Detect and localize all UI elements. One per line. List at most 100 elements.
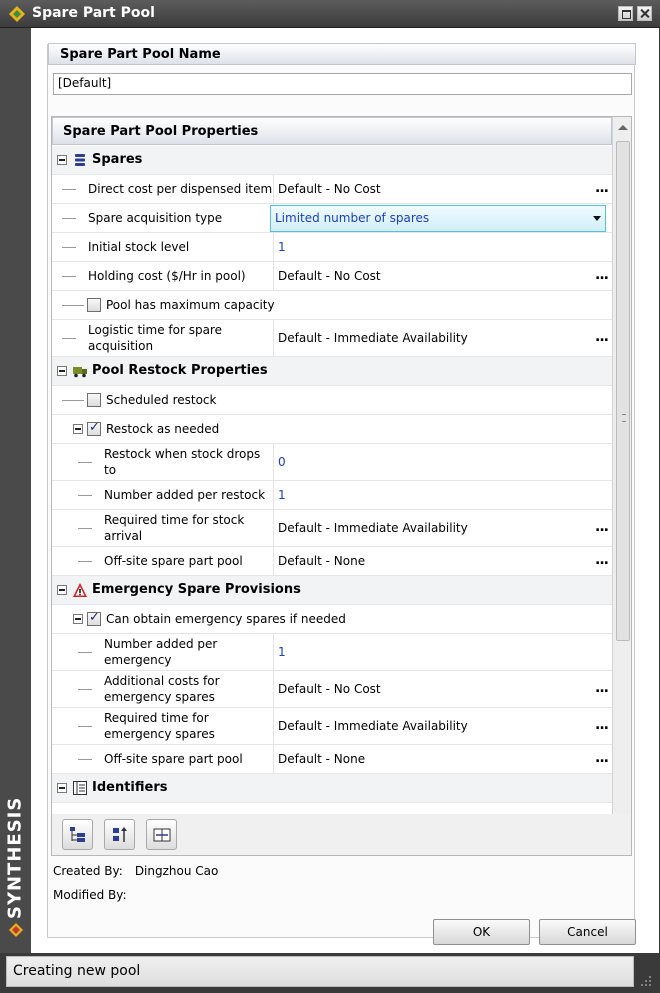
close-button[interactable] <box>637 6 652 21</box>
modified-by-label: Modified By: <box>53 888 127 902</box>
sort-alphabetical-button[interactable] <box>104 819 135 850</box>
row-acquisition-type[interactable]: Spare acquisition type Limited number of… <box>52 204 612 233</box>
tree-branch <box>78 652 92 653</box>
scheduled-restock-checkbox[interactable] <box>87 393 101 407</box>
window-title: Spare Part Pool <box>32 5 155 21</box>
holding-cost-value[interactable]: Default - No Cost <box>278 268 381 284</box>
row-holding-cost[interactable]: Holding cost ($/Hr in pool) Default - No… <box>52 262 612 291</box>
holding-cost-ellipsis-button[interactable]: ... <box>595 268 609 282</box>
acquisition-type-value: Limited number of spares <box>275 211 430 225</box>
emergency-offsite-value[interactable]: Default - None <box>278 751 365 767</box>
category-spares[interactable]: Spares <box>52 146 612 175</box>
ok-button[interactable]: OK <box>433 919 530 945</box>
row-can-obtain-emergency[interactable]: Can obtain emergency spares if needed <box>52 605 612 634</box>
category-emergency[interactable]: Emergency Spare Provisions <box>52 576 612 605</box>
initial-stock-value[interactable]: 1 <box>278 239 286 255</box>
resize-grip-icon[interactable] <box>640 975 652 987</box>
row-restock-as-needed[interactable]: Restock as needed <box>52 415 612 444</box>
restock-as-needed-label: Restock as needed <box>106 422 220 436</box>
column-divider <box>273 233 274 261</box>
row-emergency-offsite-pool[interactable]: Off-site spare part pool Default - None … <box>52 745 612 774</box>
restock-when-drops-value[interactable]: 0 <box>278 454 286 470</box>
column-divider <box>273 320 274 356</box>
acquisition-type-select[interactable]: Limited number of spares <box>270 205 606 232</box>
row-number-added-restock[interactable]: Number added per restock 1 <box>52 481 612 510</box>
number-added-emergency-label-line2: emergency <box>104 653 172 667</box>
row-stock-arrival-time[interactable]: Required time for stock arrival Default … <box>52 510 612 547</box>
properties-scrollbar[interactable] <box>612 117 631 837</box>
restock-title: Pool Restock Properties <box>92 363 268 378</box>
column-divider <box>273 634 274 670</box>
column-divider <box>273 745 274 773</box>
category-identifiers[interactable]: Identifiers <box>52 774 612 803</box>
created-by: Created By: Dingzhou Cao <box>53 864 218 878</box>
column-divider <box>273 481 274 509</box>
title-bar[interactable]: Spare Part Pool <box>0 0 660 28</box>
collapse-emergency-toggle[interactable] <box>57 585 67 595</box>
restock-offsite-ellipsis-button[interactable]: ... <box>595 553 609 567</box>
direct-cost-value[interactable]: Default - No Cost <box>278 181 381 197</box>
row-additional-costs[interactable]: Additional costs for emergency spares De… <box>52 671 612 708</box>
row-max-capacity[interactable]: Pool has maximum capacity <box>52 291 612 320</box>
emergency-required-time-label-line1: Required time for <box>104 711 209 725</box>
stock-arrival-value[interactable]: Default - Immediate Availability <box>278 520 468 536</box>
number-added-restock-value[interactable]: 1 <box>278 487 286 503</box>
restock-as-needed-checkbox[interactable] <box>87 420 101 436</box>
categorized-view-button[interactable] <box>62 819 93 850</box>
column-divider <box>273 708 274 744</box>
category-restock[interactable]: Pool Restock Properties <box>52 357 612 386</box>
collapse-spares-toggle[interactable] <box>57 155 67 165</box>
pool-name-input[interactable]: [Default] <box>53 73 632 95</box>
restock-offsite-value[interactable]: Default - None <box>278 553 365 569</box>
additional-costs-ellipsis-button[interactable]: ... <box>595 681 609 695</box>
created-by-value: Dingzhou Cao <box>134 864 219 878</box>
row-initial-stock[interactable]: Initial stock level 1 <box>52 233 612 262</box>
tree-branch <box>62 276 76 277</box>
logistic-time-ellipsis-button[interactable]: ... <box>595 330 609 344</box>
collapse-can-obtain-toggle[interactable] <box>73 614 83 624</box>
spares-stack-icon <box>75 154 85 166</box>
collapse-identifiers-toggle[interactable] <box>57 783 67 793</box>
can-obtain-emergency-checkbox[interactable] <box>87 610 101 626</box>
properties-grid: Spare Part Pool Properties Spares Direct… <box>51 116 632 838</box>
emergency-offsite-ellipsis-button[interactable]: ... <box>595 751 609 765</box>
can-obtain-emergency-label: Can obtain emergency spares if needed <box>106 612 346 626</box>
additional-costs-value[interactable]: Default - No Cost <box>278 681 381 697</box>
tree-branch <box>78 726 92 727</box>
logistic-time-value[interactable]: Default - Immediate Availability <box>278 330 468 346</box>
stock-arrival-ellipsis-button[interactable]: ... <box>595 520 609 534</box>
synthesis-brand: SYNTHESIS <box>4 796 26 920</box>
pool-name-header: Spare Part Pool Name <box>48 43 636 65</box>
tree-branch <box>78 759 92 760</box>
maximize-button[interactable] <box>618 6 633 21</box>
row-direct-cost[interactable]: Direct cost per dispensed item Default -… <box>52 175 612 204</box>
identifiers-list-icon <box>73 781 87 795</box>
synthesis-app-icon <box>9 6 25 22</box>
row-logistic-time[interactable]: Logistic time for spare acquisition Defa… <box>52 320 612 357</box>
row-emergency-required-time[interactable]: Required time for emergency spares Defau… <box>52 708 612 745</box>
emergency-required-time-label-line2: emergency spares <box>104 727 215 741</box>
sort-icon <box>113 827 127 842</box>
emergency-required-time-ellipsis-button[interactable]: ... <box>595 718 609 732</box>
collapse-restock-as-needed-toggle[interactable] <box>73 424 83 434</box>
row-restock-when-drops[interactable]: Restock when stock drops to 0 <box>52 444 612 481</box>
identifiers-title: Identifiers <box>92 780 168 795</box>
max-capacity-label: Pool has maximum capacity <box>106 298 275 312</box>
emergency-offsite-label: Off-site spare part pool <box>104 752 243 766</box>
emergency-required-time-value[interactable]: Default - Immediate Availability <box>278 718 468 734</box>
scroll-grip-icon <box>622 414 626 422</box>
scroll-thumb[interactable] <box>616 141 630 641</box>
row-scheduled-restock[interactable]: Scheduled restock <box>52 386 612 415</box>
collapse-restock-toggle[interactable] <box>57 366 67 376</box>
number-added-emergency-value[interactable]: 1 <box>278 644 286 660</box>
cancel-button[interactable]: Cancel <box>539 919 636 945</box>
status-bar: Creating new pool <box>6 956 634 987</box>
row-number-added-emergency[interactable]: Number added per emergency 1 <box>52 634 612 671</box>
scroll-up-arrow-icon[interactable] <box>618 125 628 130</box>
direct-cost-ellipsis-button[interactable]: ... <box>595 181 609 195</box>
max-capacity-checkbox[interactable] <box>87 298 101 312</box>
column-resize-button[interactable] <box>146 819 177 850</box>
tree-branch <box>78 528 92 529</box>
tree-branch <box>78 689 92 690</box>
row-restock-offsite-pool[interactable]: Off-site spare part pool Default - None … <box>52 547 612 576</box>
